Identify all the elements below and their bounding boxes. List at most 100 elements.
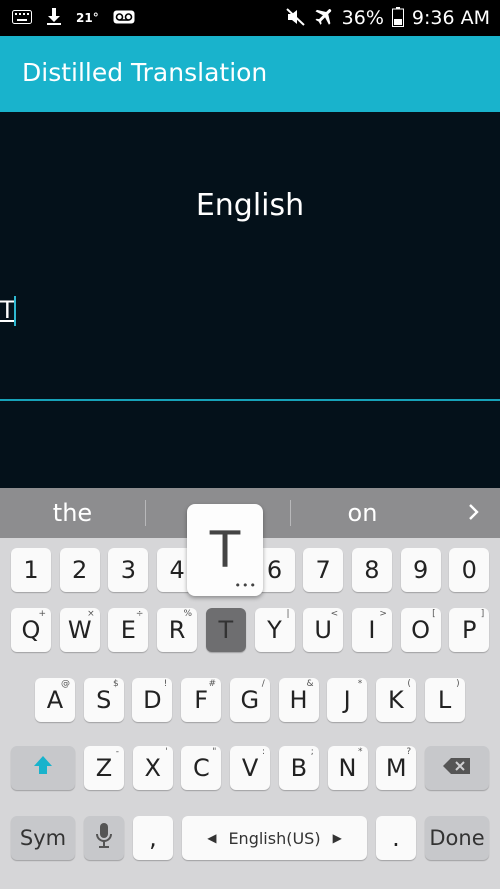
key-d[interactable]: D!	[132, 678, 173, 722]
key-m[interactable]: M?	[376, 746, 417, 790]
comma-key[interactable]: ,	[133, 816, 173, 860]
key-h[interactable]: H &	[278, 678, 319, 722]
key-label: Done	[429, 826, 485, 850]
key-hint: ;	[310, 747, 314, 757]
key-l[interactable]: L)	[424, 678, 465, 722]
key-c[interactable]: C "	[181, 746, 222, 790]
shift-key[interactable]	[11, 746, 75, 790]
key-1[interactable]: 1	[11, 548, 51, 592]
key-3[interactable]: 3	[108, 548, 149, 592]
voicemail-icon	[113, 10, 135, 27]
key-2[interactable]: 2	[59, 548, 100, 592]
key-9[interactable]: 9	[400, 548, 441, 592]
key-preview-popup: T •••	[187, 504, 263, 596]
arrow-right-icon: ▶	[332, 831, 342, 845]
key-hint: >	[379, 609, 387, 619]
download-icon	[46, 7, 62, 29]
key-hint: (	[407, 679, 411, 689]
key-hint: *	[358, 747, 363, 757]
key-f[interactable]: F #	[181, 678, 222, 722]
key-label: O	[411, 616, 431, 644]
key-t[interactable]: T	[205, 608, 246, 652]
key-hint: ]	[480, 609, 485, 619]
app-title: Distilled Translation	[22, 58, 268, 87]
key-hint: ×	[87, 609, 95, 619]
key-label: S	[96, 686, 112, 714]
key-y[interactable]: Y |	[254, 608, 295, 652]
key-hint: +	[38, 609, 46, 619]
arrow-left-icon: ◀	[207, 831, 217, 845]
key-r[interactable]: R%	[157, 608, 198, 652]
key-label: Q	[21, 616, 41, 644]
key-g[interactable]: G /	[229, 678, 270, 722]
key-label: U	[314, 616, 332, 644]
key-label: W	[67, 616, 92, 644]
mute-icon	[285, 7, 306, 29]
key-8[interactable]: 8	[351, 548, 392, 592]
key-label: A	[46, 686, 64, 714]
translation-input[interactable]: T	[0, 296, 15, 324]
more-options-icon: •••	[234, 579, 257, 592]
key-hint: @	[61, 679, 70, 689]
key-o[interactable]: O[	[400, 608, 441, 652]
key-label: V	[241, 754, 259, 782]
key-hint: )	[456, 679, 460, 689]
key-label: N	[338, 754, 357, 782]
battery-percent: 36%	[341, 7, 384, 29]
text-cursor	[14, 296, 16, 326]
airplane-icon	[314, 7, 334, 30]
key-p[interactable]: P]	[449, 608, 490, 652]
chevron-right-icon[interactable]	[468, 488, 480, 538]
suggestion-item[interactable]: the	[0, 488, 145, 538]
key-s[interactable]: S $	[83, 678, 124, 722]
microphone-icon	[95, 822, 113, 855]
key-label: 8	[364, 556, 380, 584]
key-hint: !	[163, 679, 168, 689]
key-i[interactable]: I >	[351, 608, 392, 652]
key-n[interactable]: N *	[327, 746, 368, 790]
key-hint: ?	[406, 747, 412, 757]
key-x[interactable]: X '	[132, 746, 173, 790]
key-label: 2	[72, 556, 88, 584]
key-hint: $	[112, 679, 119, 689]
key-label: Z	[95, 754, 113, 782]
backspace-key[interactable]	[425, 746, 489, 790]
language-label[interactable]: English	[0, 188, 500, 223]
key-hint: :	[262, 747, 266, 757]
key-label: 1	[23, 556, 39, 584]
key-j[interactable]: J *	[327, 678, 368, 722]
mic-key[interactable]	[84, 816, 124, 860]
key-label: X	[144, 754, 161, 782]
key-hint: %	[183, 609, 193, 619]
key-e[interactable]: E ÷	[108, 608, 149, 652]
key-hint: |	[286, 609, 290, 619]
key-b[interactable]: B;	[278, 746, 319, 790]
key-hint: '	[165, 747, 168, 757]
key-label: Y	[267, 616, 282, 644]
period-key[interactable]: .	[376, 816, 416, 860]
key-label: G	[240, 686, 260, 714]
done-key[interactable]: Done	[425, 816, 489, 860]
key-label: B	[290, 754, 308, 782]
key-label: 3	[120, 556, 137, 584]
translation-area: English T	[0, 112, 500, 488]
key-0[interactable]: 0	[449, 548, 490, 592]
suggestion-item[interactable]: on	[290, 488, 435, 538]
key-label: 0	[461, 556, 477, 584]
key-w[interactable]: W ×	[59, 608, 100, 652]
space-key[interactable]: ◀ English(US) ▶	[182, 816, 367, 860]
sym-key[interactable]: Sym	[11, 816, 75, 860]
key-label: 4	[169, 556, 185, 584]
key-k[interactable]: K(	[375, 678, 416, 722]
key-label: K	[388, 686, 404, 714]
key-preview-label: T	[209, 521, 241, 579]
key-7[interactable]: 7	[303, 548, 344, 592]
shift-arrow-icon	[32, 753, 54, 783]
key-a[interactable]: A @	[35, 678, 75, 722]
key-q[interactable]: Q +	[11, 608, 51, 652]
key-z[interactable]: Z-	[84, 746, 124, 790]
key-v[interactable]: V:	[230, 746, 271, 790]
key-u[interactable]: U <	[303, 608, 344, 652]
key-hint: <	[330, 609, 339, 619]
key-label: 7	[315, 556, 331, 584]
